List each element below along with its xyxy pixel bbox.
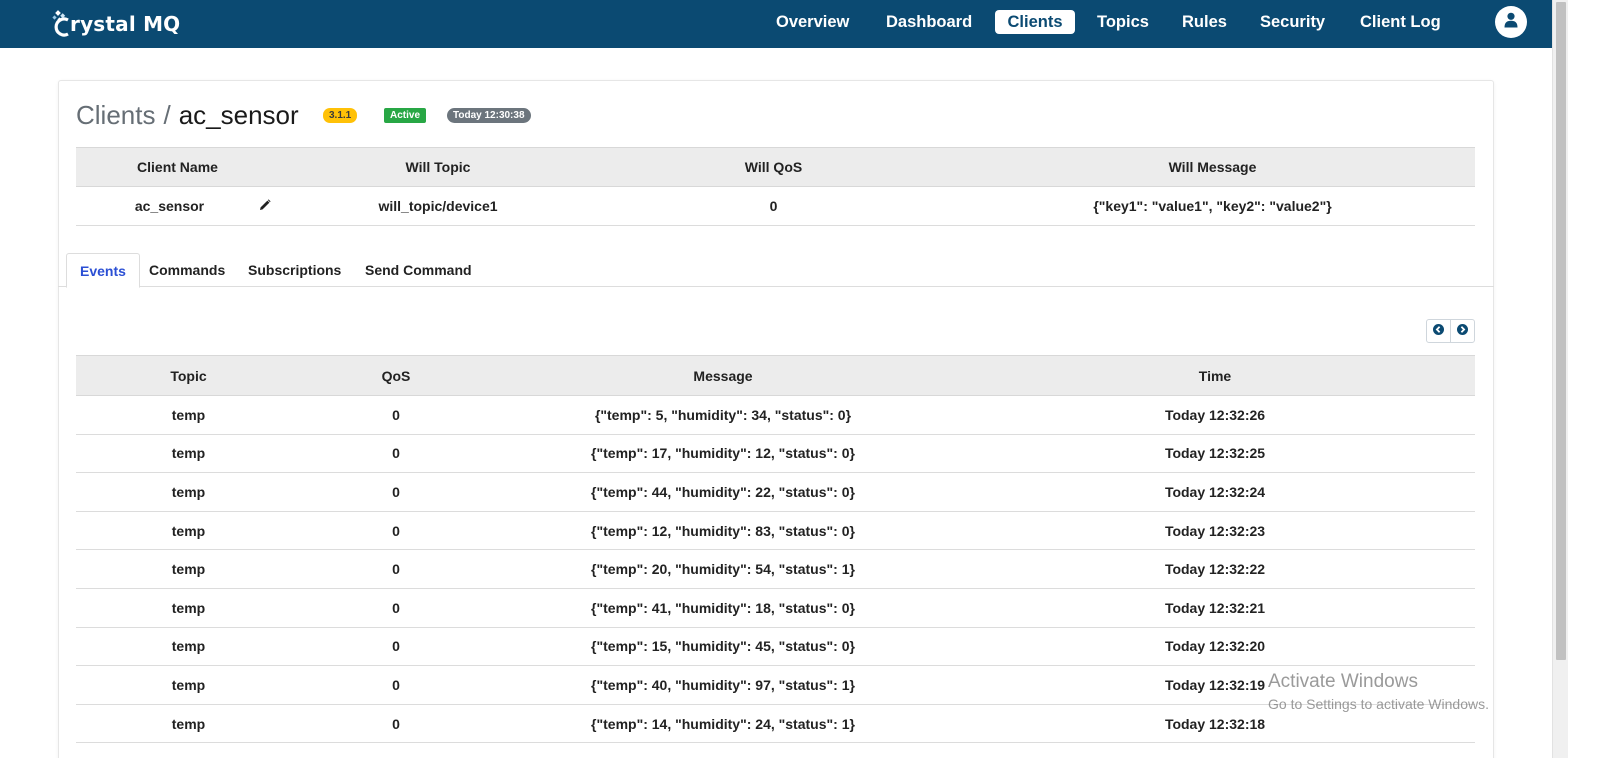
topic-cell: temp bbox=[76, 665, 301, 705]
table-header-row: Client Name Will Topic Will QoS Will Mes… bbox=[76, 147, 1475, 187]
message-cell: {"temp": 15, "humidity": 45, "status": 0… bbox=[491, 627, 955, 667]
time-cell: Today 12:32:20 bbox=[955, 627, 1475, 667]
top-navbar: rystal MQ Overview Dashboard Clients Top… bbox=[0, 0, 1552, 48]
qos-cell: 0 bbox=[301, 511, 491, 551]
nav-clients[interactable]: Clients bbox=[995, 10, 1075, 34]
nav-overview[interactable]: Overview bbox=[764, 10, 861, 34]
column-header-will-qos: Will QoS bbox=[597, 147, 950, 187]
tab-events[interactable]: Events bbox=[66, 253, 140, 288]
breadcrumb-clients-link[interactable]: Clients bbox=[76, 100, 155, 131]
main-nav: Overview Dashboard Clients Topics Rules … bbox=[0, 0, 1552, 48]
topic-cell: temp bbox=[76, 627, 301, 667]
message-cell: {"temp": 17, "humidity": 12, "status": 0… bbox=[491, 434, 955, 474]
chevron-right-icon bbox=[1457, 322, 1469, 340]
table-row: ac_sensor will_topic/device1 0 {"key1": … bbox=[76, 186, 1475, 226]
will-message-cell: {"key1": "value1", "key2": "value2"} bbox=[950, 186, 1475, 226]
qos-cell: 0 bbox=[301, 627, 491, 667]
topic-cell: temp bbox=[76, 549, 301, 589]
qos-cell: 0 bbox=[301, 549, 491, 589]
topic-cell: temp bbox=[76, 395, 301, 435]
topic-cell: temp bbox=[76, 511, 301, 551]
nav-security[interactable]: Security bbox=[1248, 10, 1337, 34]
column-header-message: Message bbox=[491, 355, 955, 396]
table-row: temp 0 {"temp": 12, "humidity": 83, "sta… bbox=[76, 511, 1475, 551]
topic-cell: temp bbox=[76, 588, 301, 628]
table-row: temp 0 {"temp": 20, "humidity": 54, "sta… bbox=[76, 549, 1475, 589]
pencil-icon[interactable] bbox=[259, 198, 271, 214]
table-row: temp 0 {"temp": 14, "humidity": 24, "sta… bbox=[76, 704, 1475, 744]
client-tabs: Events Commands Subscriptions Send Comma… bbox=[58, 253, 1494, 288]
time-cell: Today 12:32:18 bbox=[955, 704, 1475, 744]
table-row: temp 0 {"temp": 5, "humidity": 34, "stat… bbox=[76, 395, 1475, 435]
next-page-button[interactable] bbox=[1450, 320, 1474, 342]
qos-cell: 0 bbox=[301, 434, 491, 474]
scrollbar-thumb[interactable] bbox=[1556, 2, 1566, 660]
table-row: temp 0 {"temp": 40, "humidity": 97, "sta… bbox=[76, 665, 1475, 705]
topic-cell: temp bbox=[76, 434, 301, 474]
tab-subscriptions[interactable]: Subscriptions bbox=[235, 253, 354, 287]
time-cell: Today 12:32:26 bbox=[955, 395, 1475, 435]
client-name-cell: ac_sensor bbox=[76, 186, 279, 226]
column-header-topic: Topic bbox=[76, 355, 301, 396]
table-row: temp 0 {"temp": 44, "humidity": 22, "sta… bbox=[76, 472, 1475, 512]
time-cell: Today 12:32:21 bbox=[955, 588, 1475, 628]
column-header-time: Time bbox=[955, 355, 1475, 396]
table-row: temp 0 {"temp": 17, "humidity": 12, "sta… bbox=[76, 434, 1475, 474]
message-cell: {"temp": 14, "humidity": 24, "status": 1… bbox=[491, 704, 955, 744]
breadcrumb-current: ac_sensor bbox=[178, 99, 299, 130]
message-cell: {"temp": 40, "humidity": 97, "status": 1… bbox=[491, 665, 955, 705]
previous-page-button[interactable] bbox=[1427, 320, 1450, 342]
column-header-will-topic: Will Topic bbox=[279, 147, 597, 187]
message-cell: {"temp": 20, "humidity": 54, "status": 1… bbox=[491, 549, 955, 589]
time-cell: Today 12:32:19 bbox=[955, 665, 1475, 705]
nav-dashboard[interactable]: Dashboard bbox=[874, 10, 984, 34]
column-header-qos: QoS bbox=[301, 355, 491, 396]
message-cell: {"temp": 5, "humidity": 34, "status": 0} bbox=[491, 395, 955, 435]
client-name-value: ac_sensor bbox=[134, 198, 205, 214]
user-avatar-button[interactable] bbox=[1495, 6, 1527, 38]
will-topic-cell: will_topic/device1 bbox=[279, 186, 597, 226]
table-row: temp 0 {"temp": 41, "humidity": 18, "sta… bbox=[76, 588, 1475, 628]
nav-rules[interactable]: Rules bbox=[1170, 10, 1239, 34]
qos-cell: 0 bbox=[301, 395, 491, 435]
events-table: Topic QoS Message Time temp 0 {"temp": 5… bbox=[76, 355, 1475, 744]
page-scrollbar[interactable] bbox=[1552, 0, 1568, 758]
nav-topics[interactable]: Topics bbox=[1085, 10, 1161, 34]
connected-time-badge: Today 12:30:38 bbox=[447, 108, 531, 123]
chevron-left-icon bbox=[1433, 322, 1445, 340]
topic-cell: temp bbox=[76, 704, 301, 744]
message-cell: {"temp": 44, "humidity": 22, "status": 0… bbox=[491, 472, 955, 512]
time-cell: Today 12:32:23 bbox=[955, 511, 1475, 551]
user-icon bbox=[1504, 12, 1518, 33]
qos-cell: 0 bbox=[301, 472, 491, 512]
topic-cell: temp bbox=[76, 472, 301, 512]
tab-send-command[interactable]: Send Command bbox=[352, 253, 485, 287]
tab-commands[interactable]: Commands bbox=[136, 253, 238, 287]
table-row: temp 0 {"temp": 15, "humidity": 45, "sta… bbox=[76, 627, 1475, 667]
client-info-table: Client Name Will Topic Will QoS Will Mes… bbox=[76, 147, 1475, 226]
events-pager bbox=[1426, 319, 1475, 343]
qos-cell: 0 bbox=[301, 704, 491, 744]
qos-cell: 0 bbox=[301, 665, 491, 705]
time-cell: Today 12:32:24 bbox=[955, 472, 1475, 512]
column-header-client-name: Client Name bbox=[76, 147, 279, 187]
message-cell: {"temp": 12, "humidity": 83, "status": 0… bbox=[491, 511, 955, 551]
status-badge: Active bbox=[384, 108, 427, 123]
time-cell: Today 12:32:25 bbox=[955, 434, 1475, 474]
nav-client-log[interactable]: Client Log bbox=[1348, 10, 1453, 34]
qos-cell: 0 bbox=[301, 588, 491, 628]
time-cell: Today 12:32:22 bbox=[955, 549, 1475, 589]
table-header-row: Topic QoS Message Time bbox=[76, 355, 1475, 396]
column-header-will-message: Will Message bbox=[950, 147, 1475, 187]
will-qos-cell: 0 bbox=[597, 186, 950, 226]
page-title: Clients / ac_sensor bbox=[76, 98, 299, 132]
breadcrumb-separator: / bbox=[163, 99, 171, 130]
message-cell: {"temp": 41, "humidity": 18, "status": 0… bbox=[491, 588, 955, 628]
protocol-version-badge: 3.1.1 bbox=[323, 108, 358, 123]
